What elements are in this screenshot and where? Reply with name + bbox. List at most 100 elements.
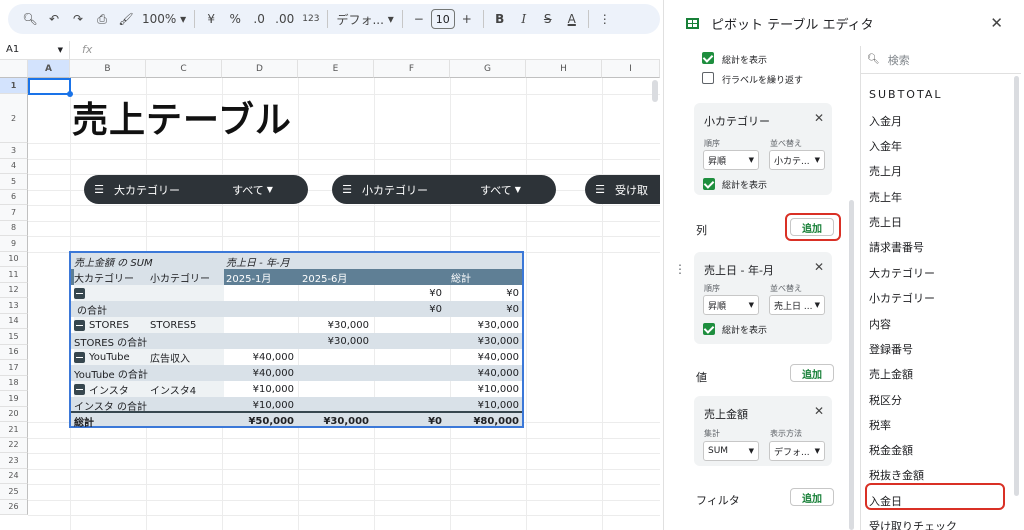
redo-icon[interactable]: ↷ [66,7,90,31]
row-header-25[interactable]: 25 [0,484,28,500]
search-menus-icon[interactable]: 🔍︎ [18,7,42,31]
sort-by-select[interactable]: 小カテ... ▼ [769,150,825,170]
field-item[interactable]: 売上年 [869,189,902,205]
row-header-1[interactable]: 1 [0,78,28,94]
field-item[interactable]: 税抜き金額 [869,467,924,483]
show-totals-checkbox[interactable] [703,323,715,335]
font-size-input[interactable]: 10 [430,9,455,29]
paint-format-icon[interactable]: 🖌︎ [114,7,138,31]
row-header-6[interactable]: 6 [0,189,28,205]
row-header-5[interactable]: 5 [0,174,28,190]
row-header-21[interactable]: 21 [0,422,28,438]
row-header-22[interactable]: 22 [0,437,28,453]
show-as-select[interactable]: デフォ... ▼ [769,441,825,461]
font-size-decrease-button[interactable]: − [407,7,431,31]
close-icon[interactable]: ✕ [814,111,824,125]
row-header-7[interactable]: 7 [0,205,28,221]
row-header-26[interactable]: 26 [0,499,28,515]
decrease-decimal-button[interactable]: .0 [247,7,271,31]
pivot-table[interactable]: 売上金額 の SUM 売上日 - 年-月 大カテゴリー 小カテゴリー 2025-… [69,251,524,429]
field-item[interactable]: 税区分 [869,392,902,408]
field-item[interactable]: 小カテゴリー [869,290,935,306]
row-header-23[interactable]: 23 [0,453,28,469]
row-header-3[interactable]: 3 [0,143,28,159]
summarize-by-select[interactable]: SUM ▼ [703,441,759,461]
strikethrough-icon[interactable]: S [536,7,560,31]
column-header-b[interactable]: B [70,60,146,78]
field-item[interactable]: 受け取りチェック [869,518,957,530]
field-item[interactable]: 入金年 [869,138,902,154]
field-item[interactable]: 登録番号 [869,341,913,357]
text-color-icon[interactable]: A [560,7,584,31]
field-item[interactable]: 請求書番号 [869,239,924,255]
column-header-e[interactable]: E [298,60,374,78]
field-item[interactable]: 売上月 [869,163,902,179]
row-header-2[interactable]: 2 [0,94,28,143]
close-icon[interactable]: ✕ [990,14,1003,32]
grid-scrollbar[interactable] [652,80,658,102]
add-filter-button[interactable]: 追加 [790,488,834,506]
add-value-button[interactable]: 追加 [790,364,834,382]
order-select[interactable]: 昇順 ▼ [703,295,759,315]
filter-chip-small-category[interactable]: ☰ 小カテゴリー すべて ▼ [332,175,556,204]
row-header-14[interactable]: 14 [0,313,28,329]
row-header-19[interactable]: 19 [0,391,28,407]
sort-by-select[interactable]: 売上日 ... ▼ [769,295,825,315]
select-all-corner[interactable] [0,60,28,78]
repeat-row-labels-checkbox[interactable] [702,72,714,84]
zoom-select[interactable]: 100% ▾ [138,7,190,31]
field-search[interactable]: 🔍︎ 検索 [861,46,1021,74]
row-header-11[interactable]: 11 [0,267,28,283]
show-totals-checkbox[interactable] [702,52,714,64]
row-header-18[interactable]: 18 [0,375,28,391]
column-header-d[interactable]: D [222,60,298,78]
row-header-10[interactable]: 10 [0,251,28,267]
column-header-f[interactable]: F [374,60,450,78]
row-header-4[interactable]: 4 [0,158,28,174]
collapse-icon[interactable] [74,319,85,331]
number-format-button[interactable]: 123 [298,7,323,31]
close-icon[interactable]: ✕ [814,260,824,274]
column-header-h[interactable]: H [526,60,602,78]
row-header-17[interactable]: 17 [0,360,28,376]
field-item[interactable]: 税率 [869,417,891,433]
order-select[interactable]: 昇順 ▼ [703,150,759,170]
field-item[interactable]: 売上金額 [869,366,913,382]
row-header-8[interactable]: 8 [0,220,28,236]
filter-chip-received[interactable]: ☰ 受け取 [585,175,660,204]
row-header-24[interactable]: 24 [0,468,28,484]
row-header-12[interactable]: 12 [0,282,28,298]
column-header-i[interactable]: I [602,60,660,78]
field-item[interactable]: SUBTOTAL [869,88,942,101]
field-item[interactable]: 売上日 [869,214,902,230]
increase-decimal-button[interactable]: .00 [271,7,298,31]
drag-handle-icon[interactable]: ⋮ [674,262,686,276]
column-header-c[interactable]: C [146,60,222,78]
show-totals-checkbox[interactable] [703,178,715,190]
selected-cell-a1[interactable] [28,78,71,95]
row-header-13[interactable]: 13 [0,298,28,314]
name-box[interactable]: A1 ▼ [0,40,70,59]
field-item[interactable]: 大カテゴリー [869,265,935,281]
italic-icon[interactable]: I [512,7,536,31]
row-header-9[interactable]: 9 [0,236,28,252]
font-size-increase-button[interactable]: + [455,7,479,31]
collapse-icon[interactable] [74,383,85,395]
row-header-15[interactable]: 15 [0,329,28,345]
close-icon[interactable]: ✕ [814,404,824,418]
field-list-scrollbar[interactable] [1014,76,1019,496]
field-item[interactable]: 税金金額 [869,442,913,458]
column-header-g[interactable]: G [450,60,526,78]
bold-icon[interactable]: B [488,7,512,31]
row-header-20[interactable]: 20 [0,406,28,422]
print-icon[interactable]: ⎙ [90,7,114,31]
column-header-a[interactable]: A [28,60,70,78]
font-select[interactable]: デフォ... ▾ [332,7,397,31]
field-item[interactable]: 入金月 [869,113,902,129]
percent-format-button[interactable]: % [223,7,247,31]
filter-chip-large-category[interactable]: ☰ 大カテゴリー すべて ▼ [84,175,308,204]
collapse-icon[interactable] [74,287,85,299]
collapse-icon[interactable] [74,351,85,363]
more-options-icon[interactable]: ⋮ [593,7,617,31]
currency-format-button[interactable]: ¥ [199,7,223,31]
